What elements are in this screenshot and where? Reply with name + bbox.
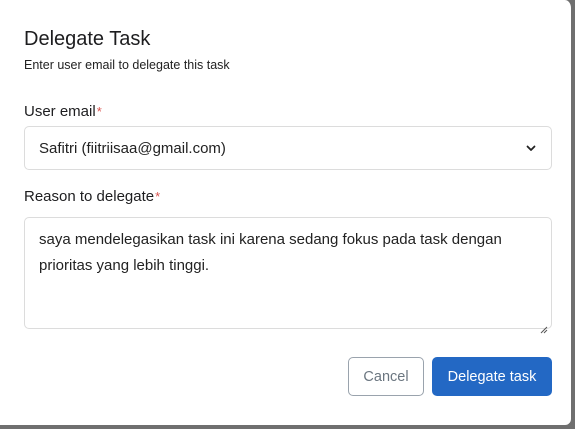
resize-handle-icon[interactable] — [540, 317, 548, 334]
user-email-select[interactable]: Safitri (fiitriisaa@gmail.com) — [24, 126, 552, 170]
chevron-down-icon — [525, 142, 537, 154]
reason-textarea[interactable]: saya mendelegasikan task ini karena seda… — [24, 217, 552, 334]
cancel-button[interactable]: Cancel — [348, 357, 424, 396]
dialog-subtitle: Enter user email to delegate this task — [24, 58, 230, 72]
reason-text: saya mendelegasikan task ini karena seda… — [39, 231, 502, 274]
required-marker: * — [155, 189, 161, 204]
user-email-label-text: User email — [24, 103, 96, 120]
delegate-task-button[interactable]: Delegate task — [432, 357, 552, 396]
dialog-title: Delegate Task — [24, 28, 151, 50]
reason-label: Reason to delegate* — [24, 187, 160, 207]
user-email-selected-value: Safitri (fiitriisaa@gmail.com) — [39, 139, 226, 157]
required-marker: * — [96, 104, 102, 119]
user-email-label: User email* — [24, 102, 102, 122]
reason-label-text: Reason to delegate — [24, 188, 155, 205]
delegate-task-dialog: Delegate Task Enter user email to delega… — [0, 0, 573, 427]
